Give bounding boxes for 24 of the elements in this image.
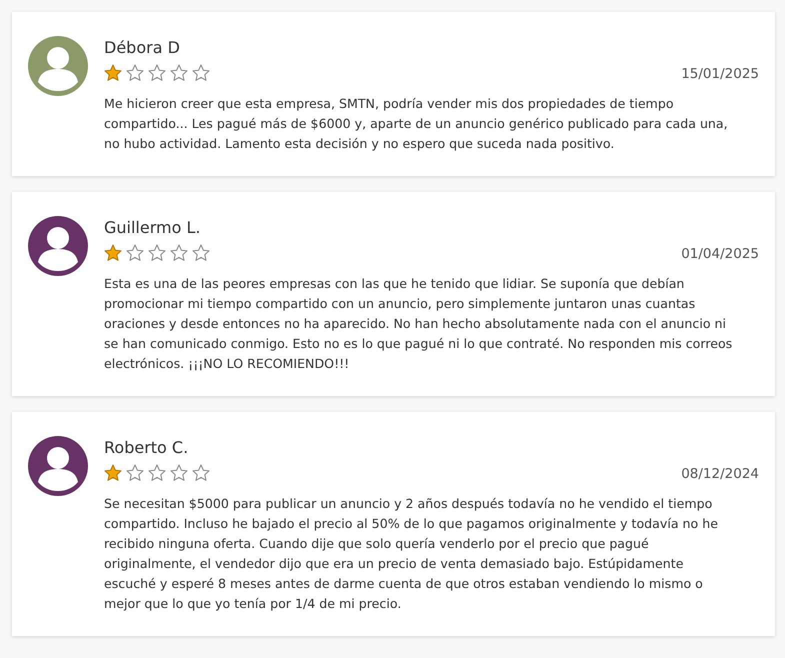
empty-star-icon: [148, 64, 166, 82]
reviewer-name: Roberto C.: [104, 437, 190, 459]
filled-star-icon: [104, 64, 122, 82]
empty-star-icon: [192, 64, 210, 82]
empty-star-icon: [148, 464, 166, 482]
filled-star-icon: [104, 464, 122, 482]
empty-star-icon: [126, 244, 144, 262]
review-date: 08/12/2024: [681, 466, 759, 482]
review-date: 15/01/2025: [681, 66, 759, 82]
empty-star-icon: [170, 464, 188, 482]
reviewer-name: Guillermo L.: [104, 217, 202, 239]
reviewer-name: Débora D: [104, 37, 181, 59]
review-text: Se necesitan $5000 para publicar un anuncio y 2 años después todavía no he vendido el tiempo compartido. Incluso he bajado el precio al 50% de lo que pagamos originalmente y todavía no he recibido ninguna oferta. Cuando dije que solo quería venderlo por el precio que pagué originalmente, el vendedor dijo que era un precio de venta demasiado bajo. Estúpidamente escuché y esperé 8 meses antes de darme cuenta de que otros estaban vendiendo lo mismo o mejor que lo que yo tenía por 1/4 de mi precio.: [104, 495, 719, 613]
empty-star-icon: [126, 64, 144, 82]
empty-star-icon: [148, 244, 166, 262]
review-date: 01/04/2025: [681, 246, 759, 262]
empty-star-icon: [170, 244, 188, 262]
review-text: Me hicieron creer que esta empresa, SMTN, podría vender mis dos propiedades de tiempo compartido... Les pagué más de $6000 y, aparte de un anuncio genérico publicado para cada una, no hubo actividad. Lamento esta decisión y no espero que suceda nada positivo.: [104, 95, 729, 153]
empty-star-icon: [170, 64, 188, 82]
filled-star-icon: [104, 244, 122, 262]
empty-star-icon: [126, 464, 144, 482]
empty-star-icon: [192, 464, 210, 482]
review-text: Esta es una de las peores empresas con las que he tenido que lidiar. Se suponía que debían promocionar mi tiempo compartido con un anuncio, pero simplemente juntaron unas cuantas oraciones y desde entonces no ha aparecido. No han hecho absolutamente nada con el anuncio ni se han comunicado conmigo. Esto no es lo que pagué ni lo que contraté. No responden mis correos electrónicos. ¡¡¡NO LO RECOMIENDO!!!: [104, 275, 734, 373]
empty-star-icon: [192, 244, 210, 262]
